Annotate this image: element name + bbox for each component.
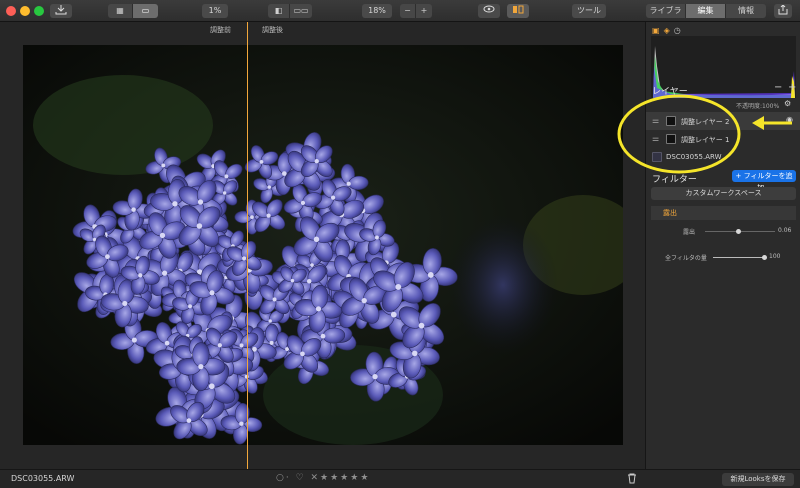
gear-icon[interactable]: ⚙: [784, 99, 791, 108]
layer-item-adjustment-2[interactable]: ⚌ 調整レイヤー 2 ◉: [646, 112, 800, 130]
single-view-button[interactable]: ▭: [133, 4, 158, 18]
minimize-window-button[interactable]: [20, 6, 30, 16]
zoom-out-button[interactable]: −: [400, 4, 416, 18]
edit-panel: ▣ ◈ ◷ レイヤー − + 不透明度:100% ⚙ ⚌ 調整レイヤー 2 ◉ …: [645, 22, 800, 469]
zoom-stepper: − +: [400, 4, 432, 18]
close-window-button[interactable]: [6, 6, 16, 16]
tab-library[interactable]: ライブラリ: [646, 4, 686, 18]
compare-button[interactable]: [507, 4, 529, 18]
layer-name: 調整レイヤー 1: [681, 136, 730, 144]
exposure-section-header[interactable]: 露出: [651, 206, 796, 220]
eye-icon[interactable]: ◉: [786, 115, 793, 124]
save-look-button[interactable]: 新規Looksを保存: [722, 473, 794, 486]
overall-amount-track[interactable]: [713, 257, 765, 258]
layer-item-base[interactable]: DSC03055.ARW: [646, 148, 800, 166]
module-tabs: ライブラリ 編集 情報: [646, 4, 766, 18]
sidebar-toggle-button[interactable]: ◧: [268, 4, 290, 18]
exposure-value[interactable]: 0.06: [778, 227, 791, 234]
zoom-small-select[interactable]: 1%: [202, 4, 228, 18]
overall-amount-row: 全フィルタの量 100: [651, 250, 796, 264]
layer-mask-thumbnail: [666, 134, 676, 144]
add-filter-button[interactable]: + フィルターを追加...: [732, 170, 796, 192]
overall-amount-value[interactable]: 100: [769, 253, 780, 260]
compare-split-line[interactable]: [247, 22, 248, 469]
image-canvas[interactable]: 調整前 調整後: [0, 22, 645, 469]
layers-title[interactable]: レイヤー: [652, 84, 688, 97]
tools-menu[interactable]: ツール: [572, 4, 606, 18]
zoom-select[interactable]: 18%: [362, 4, 392, 18]
layer-name: 調整レイヤー 2: [681, 118, 730, 126]
clock-icon[interactable]: ◷: [674, 26, 681, 35]
after-label: 調整後: [262, 26, 283, 34]
trash-icon[interactable]: [627, 473, 637, 484]
toolbar: ▦ ▭ 1% ◧ ▭▭ 18% − + ツール ライブラリ 編集 情報: [0, 0, 800, 22]
layer-mask-thumbnail: [666, 116, 676, 126]
layer-name: DSC03055.ARW: [666, 153, 722, 161]
exposure-knob[interactable]: [736, 229, 741, 234]
panel-toggle-segment: ◧ ▭▭: [268, 4, 312, 18]
sliders-icon: ⚌: [652, 116, 660, 125]
sliders-icon: ⚌: [652, 134, 660, 143]
workspace-select[interactable]: カスタムワークスペース: [651, 187, 796, 200]
tab-info[interactable]: 情報: [726, 4, 766, 18]
compare-icon: [513, 5, 524, 14]
add-layer-button[interactable]: +: [788, 82, 796, 93]
exposure-section-title: 露出: [663, 209, 677, 217]
zoom-in-button[interactable]: +: [416, 4, 432, 18]
layers-icon[interactable]: ◈: [664, 26, 670, 35]
exposure-slider-row: 露出 0.06: [651, 224, 796, 238]
maximize-window-button[interactable]: [34, 6, 44, 16]
eye-icon: [483, 5, 495, 13]
import-button[interactable]: [50, 4, 72, 18]
tab-edit[interactable]: 編集: [686, 4, 726, 18]
layer-item-adjustment-1[interactable]: ⚌ 調整レイヤー 1: [646, 130, 800, 148]
before-label: 調整前: [210, 26, 231, 34]
filmstrip-toggle-button[interactable]: ▭▭: [290, 4, 312, 18]
opacity-control[interactable]: 不透明度:100%: [736, 101, 779, 110]
overall-amount-knob[interactable]: [762, 255, 767, 260]
rating-controls[interactable]: ○· ♡ ✕★★★★★: [276, 473, 370, 483]
app-window: ▦ ▭ 1% ◧ ▭▭ 18% − + ツール ライブラリ 編集 情報: [0, 0, 800, 488]
remove-layer-button[interactable]: −: [774, 82, 782, 93]
exposure-label: 露出: [683, 229, 696, 236]
image-icon[interactable]: ▣: [652, 26, 660, 35]
preview-button[interactable]: [478, 4, 500, 18]
current-filename: DSC03055.ARW: [11, 474, 75, 483]
grid-view-button[interactable]: ▦: [108, 4, 133, 18]
overall-amount-label: 全フィルタの量: [665, 255, 707, 262]
share-icon: [778, 5, 788, 15]
share-button[interactable]: [774, 4, 792, 18]
filters-title[interactable]: フィルター: [652, 172, 697, 185]
view-mode-segment: ▦ ▭: [108, 4, 158, 18]
bottom-bar: DSC03055.ARW ○· ♡ ✕★★★★★ 新規Looksを保存: [0, 469, 800, 488]
hydrangea-photo: [23, 45, 623, 445]
photo-thumbnail: [652, 152, 662, 162]
histogram-tabs: ▣ ◈ ◷: [652, 26, 681, 35]
photo-preview: [23, 45, 623, 445]
download-icon: [55, 5, 67, 15]
